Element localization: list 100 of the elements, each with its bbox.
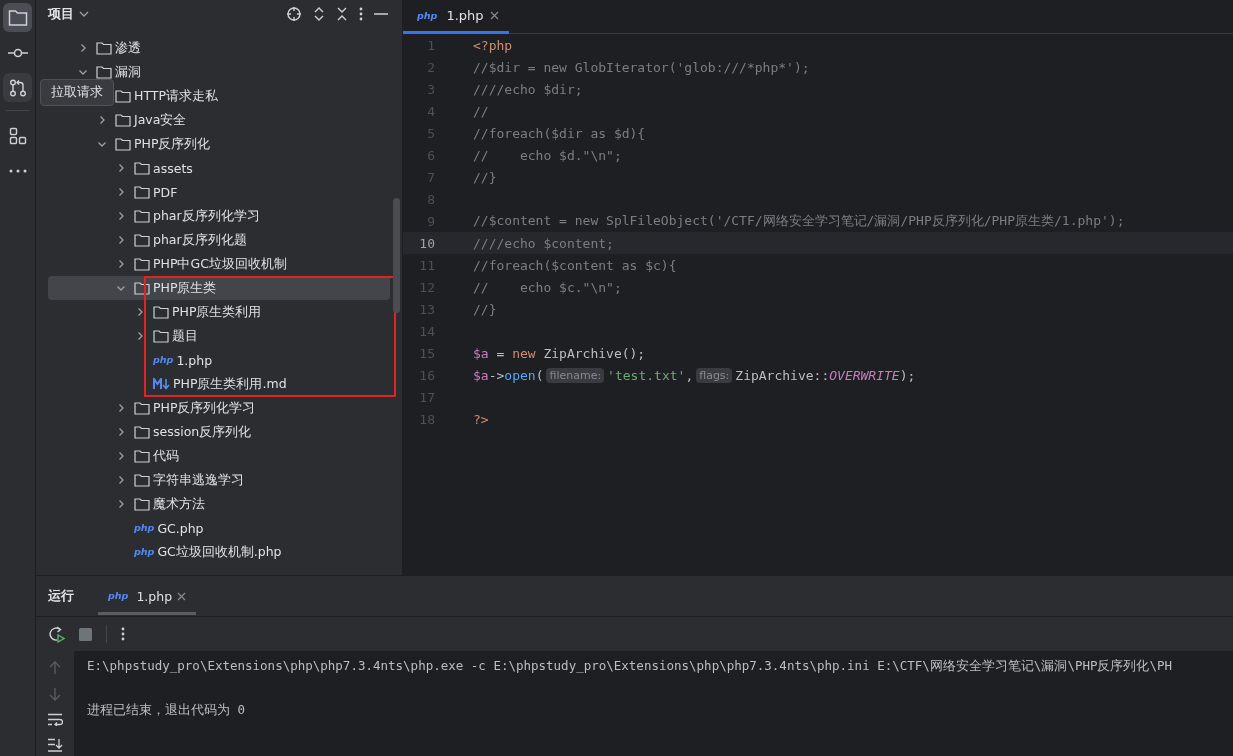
chevron-icon[interactable] bbox=[135, 307, 145, 317]
php-file-icon: php bbox=[108, 591, 129, 601]
code-line: <?php bbox=[473, 37, 513, 53]
scroll-to-end-icon[interactable] bbox=[47, 738, 63, 752]
chevron-icon[interactable] bbox=[97, 139, 107, 149]
console-output-line: 进程已结束，退出代码为 0 bbox=[87, 701, 247, 719]
chevron-icon[interactable] bbox=[116, 211, 126, 221]
folder-icon bbox=[134, 161, 150, 175]
chevron-icon[interactable] bbox=[116, 427, 126, 437]
tooltip: 拉取请求 bbox=[40, 79, 114, 106]
tree-item[interactable]: 代码 bbox=[48, 444, 390, 468]
pull-requests-tool-button[interactable] bbox=[3, 73, 32, 102]
folder-icon bbox=[115, 137, 131, 151]
folder-icon bbox=[134, 401, 150, 415]
code-line: //foreach($content as $c){ bbox=[473, 257, 677, 273]
chevron-icon[interactable] bbox=[116, 475, 126, 485]
soft-wrap-icon[interactable] bbox=[47, 713, 63, 726]
code-line: $a = new ZipArchive(); bbox=[473, 345, 646, 361]
chevron-icon[interactable] bbox=[78, 43, 88, 53]
code-line: //} bbox=[473, 301, 497, 317]
tree-item[interactable]: php GC垃圾回收机制.php bbox=[48, 540, 390, 564]
tree-item[interactable]: session反序列化 bbox=[48, 420, 390, 444]
tree-item[interactable]: PHP原生类利用.md bbox=[48, 372, 390, 396]
tree-item[interactable]: phar反序列化学习 bbox=[48, 204, 390, 228]
more-options-icon[interactable] bbox=[359, 6, 363, 22]
collapse-all-icon[interactable] bbox=[336, 6, 348, 22]
more-options-icon[interactable] bbox=[121, 627, 125, 641]
tree-item[interactable]: 题目 bbox=[48, 324, 390, 348]
minimize-icon[interactable] bbox=[374, 12, 388, 16]
folder-icon bbox=[134, 233, 150, 247]
folder-icon bbox=[96, 65, 112, 79]
close-icon[interactable] bbox=[177, 591, 187, 601]
scrollbar-thumb[interactable] bbox=[393, 198, 400, 313]
folder-icon bbox=[134, 497, 150, 511]
tree-item[interactable]: php 1.php bbox=[48, 348, 390, 372]
expand-all-icon[interactable] bbox=[313, 6, 325, 22]
code-line: ////echo $dir; bbox=[473, 81, 583, 97]
tree-item[interactable]: php GC.php bbox=[48, 516, 390, 540]
chevron-icon[interactable] bbox=[135, 331, 145, 341]
folder-icon bbox=[96, 41, 112, 55]
code-line: //foreach($dir as $d){ bbox=[473, 125, 646, 141]
tree-item[interactable]: PHP原生类利用 bbox=[48, 300, 390, 324]
locate-icon[interactable] bbox=[286, 6, 302, 22]
commit-icon bbox=[7, 47, 28, 58]
code-line: // echo $c."\n"; bbox=[473, 279, 622, 295]
folder-icon bbox=[134, 185, 150, 199]
php-file-icon: php bbox=[417, 10, 438, 21]
folder-icon bbox=[7, 8, 28, 27]
rerun-icon[interactable] bbox=[48, 625, 65, 643]
editor-tab[interactable]: php 1.php bbox=[403, 0, 509, 34]
chevron-icon[interactable] bbox=[116, 283, 126, 293]
tree-item[interactable]: PHP原生类 bbox=[48, 276, 390, 300]
chevron-down-icon[interactable] bbox=[79, 10, 89, 18]
tree-item[interactable]: 字符串逃逸学习 bbox=[48, 468, 390, 492]
tree-item[interactable]: assets bbox=[48, 156, 390, 180]
chevron-icon[interactable] bbox=[97, 115, 107, 125]
tree-item[interactable]: 魔术方法 bbox=[48, 492, 390, 516]
more-icon bbox=[8, 168, 27, 173]
folder-icon bbox=[115, 89, 131, 103]
tab-label[interactable]: 1.php bbox=[136, 588, 173, 604]
markdown-file-icon bbox=[153, 378, 170, 390]
project-tool-button[interactable] bbox=[3, 3, 32, 32]
tree-item[interactable]: PDF bbox=[48, 180, 390, 204]
code-line: // echo $d."\n"; bbox=[473, 147, 622, 163]
tree-item[interactable]: PHP反序列化学习 bbox=[48, 396, 390, 420]
chevron-icon[interactable] bbox=[116, 187, 126, 197]
folder-icon bbox=[134, 473, 150, 487]
structure-icon bbox=[8, 126, 27, 145]
chevron-icon[interactable] bbox=[116, 451, 126, 461]
close-icon[interactable] bbox=[489, 11, 499, 20]
tree-item[interactable]: PHP反序列化 bbox=[48, 132, 390, 156]
chevron-icon[interactable] bbox=[116, 259, 126, 269]
folder-icon bbox=[134, 449, 150, 463]
stop-icon[interactable] bbox=[79, 627, 92, 641]
code-line: //$content = new SplFileObject('/CTF/网络安全学习笔记/漏洞/PHP反序列化/PHP原生类/1.php'); bbox=[473, 212, 1125, 230]
chevron-icon[interactable] bbox=[116, 235, 126, 245]
php-file-icon: php bbox=[134, 523, 155, 533]
chevron-icon[interactable] bbox=[78, 67, 88, 77]
tree-item[interactable]: Java安全 bbox=[48, 108, 390, 132]
line-number: 10 bbox=[418, 235, 435, 251]
panel-title: 运行 bbox=[48, 587, 74, 605]
console-output-line: E:\phpstudy_pro\Extensions\php\php7.3.4nts\php.exe -c E:\phpstudy_pro\Extensions\php\php7.3.4nts\php.ini E:\CTF\网络安全学习笔记\漏洞\PHP反序列化\PH bbox=[87, 657, 1173, 675]
php-file-icon: php bbox=[153, 355, 174, 365]
panel-title[interactable]: 项目 bbox=[48, 5, 74, 23]
tab-label[interactable]: 1.php bbox=[446, 8, 484, 23]
chevron-icon[interactable] bbox=[116, 499, 126, 509]
tree-item[interactable]: PHP中GC垃圾回收机制 bbox=[48, 252, 390, 276]
code-line: //} bbox=[473, 169, 497, 185]
code-line: //$dir = new GlobIterator('glob:///*php*'); bbox=[473, 59, 810, 75]
folder-icon bbox=[134, 257, 150, 271]
pull-request-icon bbox=[8, 78, 27, 97]
code-line: ?> bbox=[473, 411, 489, 427]
code-line: // bbox=[473, 103, 489, 119]
chevron-icon[interactable] bbox=[116, 403, 126, 413]
folder-icon bbox=[153, 329, 169, 343]
run-tab[interactable]: php 1.php bbox=[98, 577, 197, 615]
folder-icon bbox=[153, 305, 169, 319]
chevron-icon[interactable] bbox=[116, 163, 126, 173]
tree-item[interactable]: phar反序列化题 bbox=[48, 228, 390, 252]
tree-item[interactable]: 渗透 bbox=[48, 36, 390, 60]
